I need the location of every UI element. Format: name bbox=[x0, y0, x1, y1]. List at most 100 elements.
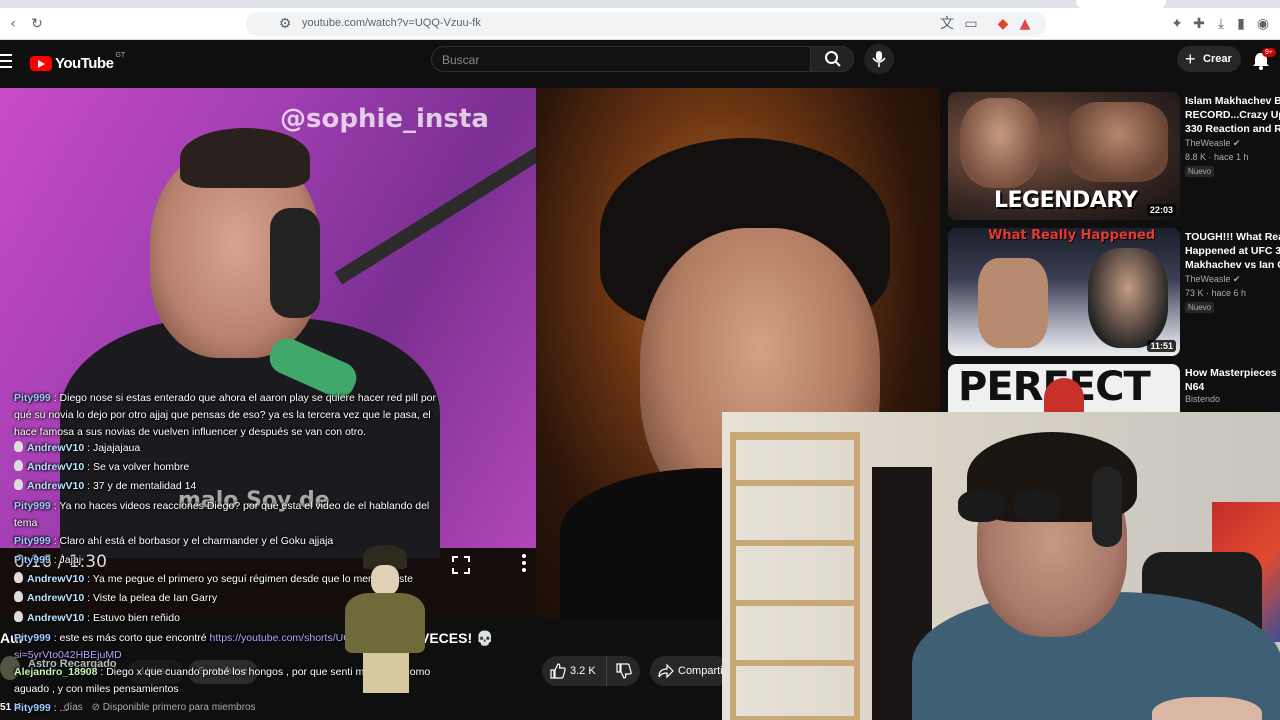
thumbs-up-icon bbox=[550, 663, 566, 679]
chat-username[interactable]: AndrewV10 bbox=[27, 592, 84, 604]
address-bar[interactable]: ⚙ youtube.com/watch?v=UQQ-Vzuu-fk bbox=[246, 12, 1046, 36]
chat-message: Pity999 : ... bbox=[14, 700, 68, 717]
screen: ‹ ↻ ☐ ⚙ youtube.com/watch?v=UQQ-Vzuu-fk … bbox=[0, 0, 1280, 720]
logo-country-code: GT bbox=[115, 51, 126, 59]
create-button[interactable]: + Crear bbox=[1177, 46, 1241, 72]
new-badge: Nuevo bbox=[1185, 302, 1215, 313]
extension-icon[interactable]: ✦ bbox=[1168, 15, 1186, 33]
chat-text: : Estuvo bien reñido bbox=[84, 612, 180, 624]
thumb-fighter-left bbox=[978, 258, 1048, 348]
share-label: Compartir bbox=[678, 665, 727, 677]
fullscreen-icon[interactable] bbox=[452, 556, 470, 574]
chat-username[interactable]: AndrewV10 bbox=[27, 480, 84, 492]
like-count: 3.2 K bbox=[570, 665, 596, 677]
profile-icon[interactable]: ◉ bbox=[1254, 15, 1272, 33]
video-person-hair bbox=[180, 128, 310, 188]
chat-badge-icon bbox=[14, 479, 23, 490]
chat-message: AndrewV10 : Estuvo bien reñido bbox=[14, 610, 180, 627]
chat-username[interactable]: Pity999 bbox=[14, 554, 51, 566]
chat-text: : Ya no haces videos reacciones Diego? p… bbox=[14, 500, 430, 529]
recommendation-meta: 73 K · hace 6 h bbox=[1185, 288, 1247, 298]
thumb-fighter-face bbox=[960, 98, 1040, 188]
chat-text: : 37 y de mentalidad 14 bbox=[84, 480, 197, 492]
new-badge: Nuevo bbox=[1185, 166, 1215, 177]
chat-username[interactable]: AndrewV10 bbox=[27, 461, 84, 473]
browser-tab-strip bbox=[0, 0, 1280, 8]
title-line: How Masterpieces Ki bbox=[1185, 367, 1280, 379]
recommendation-channel[interactable]: TheWeasle ✔ bbox=[1185, 274, 1240, 285]
sticker-body bbox=[345, 593, 425, 653]
search-input[interactable]: Buscar bbox=[431, 46, 811, 72]
rewards-icon[interactable]: ▲ bbox=[1016, 15, 1034, 33]
chat-text: : Se va volver hombre bbox=[84, 461, 190, 473]
recommendation-thumbnail[interactable]: What Really Happened 11:51 bbox=[948, 228, 1180, 356]
chat-message: AndrewV10 : Viste la pelea de Ian Garry bbox=[14, 590, 217, 607]
recommendation-card[interactable]: LEGENDARY 22:03 Islam Makhachev BRE RECO… bbox=[948, 92, 1280, 222]
share-button[interactable]: Compartir bbox=[650, 656, 730, 686]
sidebar-icon[interactable]: ▮ bbox=[1232, 15, 1250, 33]
site-info-icon[interactable]: ⚙ bbox=[276, 15, 294, 33]
chat-badge-icon bbox=[14, 441, 23, 452]
verified-icon: ✔ bbox=[1232, 274, 1241, 284]
shelf-board bbox=[736, 600, 854, 606]
recommendation-title[interactable]: Islam Makhachev BRE RECORD...Crazy Upse … bbox=[1185, 94, 1280, 136]
voice-search-button[interactable] bbox=[864, 44, 894, 74]
thumbs-down-icon bbox=[616, 663, 632, 679]
dislike-button[interactable] bbox=[606, 656, 640, 686]
microphone-icon bbox=[872, 51, 886, 67]
download-icon[interactable]: ⤓ bbox=[1212, 15, 1230, 33]
url-text: youtube.com/watch?v=UQQ-Vzuu-fk bbox=[302, 17, 481, 29]
chat-username[interactable]: Pity999 bbox=[14, 702, 51, 714]
recommendation-channel[interactable]: Bistendo bbox=[1185, 394, 1220, 404]
reload-icon[interactable]: ↻ bbox=[28, 15, 46, 33]
browser-toolbar: ‹ ↻ ☐ ⚙ youtube.com/watch?v=UQQ-Vzuu-fk … bbox=[0, 8, 1280, 40]
chat-username[interactable]: Pity999 bbox=[14, 632, 51, 644]
puzzle-icon[interactable]: ✚ bbox=[1190, 15, 1208, 33]
chat-username[interactable]: Pity999 bbox=[14, 500, 51, 512]
chat-text: : Diego nose si estas enterado que ahora… bbox=[14, 392, 437, 438]
cast-icon[interactable]: ▭ bbox=[962, 15, 980, 33]
chat-message: Pity999 : Claro ahí está el borbasor y e… bbox=[14, 533, 333, 550]
title-line: RECORD...Crazy Upse bbox=[1185, 109, 1280, 121]
browser-active-tab[interactable] bbox=[1076, 0, 1166, 8]
share-icon bbox=[658, 663, 674, 679]
plus-icon: + bbox=[1185, 49, 1196, 69]
sticker-face bbox=[371, 565, 399, 595]
members-lock-icon: ⊘ bbox=[91, 702, 100, 713]
recommendation-card[interactable]: What Really Happened 11:51 TOUGH!!! What… bbox=[948, 228, 1280, 358]
search-button[interactable] bbox=[810, 46, 854, 72]
chat-message: AndrewV10 : Se va volver hombre bbox=[14, 459, 189, 476]
create-label: Crear bbox=[1203, 53, 1232, 65]
streamer-hand bbox=[1152, 697, 1262, 720]
chat-badge-icon bbox=[14, 572, 23, 583]
more-options-icon[interactable] bbox=[520, 554, 528, 574]
chat-text: : este es más corto que encontré bbox=[50, 632, 210, 644]
chat-username[interactable]: Alejandro_18908 bbox=[14, 666, 97, 678]
brave-shield-icon[interactable]: ◆ bbox=[994, 15, 1012, 33]
recommendation-meta: 8.8 K · hace 1 h bbox=[1185, 152, 1249, 162]
streamer-webcam-overlay bbox=[722, 412, 1280, 720]
chat-username[interactable]: Pity999 bbox=[14, 392, 51, 404]
youtube-logo[interactable]: YouTube GT bbox=[30, 51, 126, 73]
bookshelf-graphic bbox=[730, 432, 860, 720]
recommendation-thumbnail[interactable]: LEGENDARY 22:03 bbox=[948, 92, 1180, 220]
chat-username[interactable]: AndrewV10 bbox=[27, 442, 84, 454]
chat-username[interactable]: AndrewV10 bbox=[27, 573, 84, 585]
recommendation-title[interactable]: TOUGH!!! What Really Happened at UFC 330… bbox=[1185, 230, 1280, 272]
chat-username[interactable]: Pity999 bbox=[14, 535, 51, 547]
recommendation-title[interactable]: How Masterpieces Ki N64 bbox=[1185, 366, 1280, 394]
search-icon bbox=[825, 51, 841, 67]
recommendation-channel[interactable]: TheWeasle ✔ bbox=[1185, 138, 1240, 149]
members-note: Disponible primero para miembros bbox=[102, 702, 256, 713]
youtube-play-icon bbox=[30, 55, 52, 71]
menu-icon[interactable] bbox=[0, 54, 16, 72]
chat-text: : Claro ahí está el borbasor y el charma… bbox=[50, 535, 334, 547]
chat-text: : Viste la pelea de Ian Garry bbox=[84, 592, 218, 604]
chat-message: Pity999 : Ya no haces videos reacciones … bbox=[14, 498, 444, 532]
chat-badge-icon bbox=[14, 591, 23, 602]
like-button[interactable]: 3.2 K bbox=[542, 656, 606, 686]
chat-username[interactable]: AndrewV10 bbox=[27, 612, 84, 624]
logo-text: YouTube bbox=[55, 54, 114, 72]
back-icon[interactable]: ‹ bbox=[4, 15, 22, 33]
translate-icon[interactable]: 文 bbox=[938, 15, 956, 33]
